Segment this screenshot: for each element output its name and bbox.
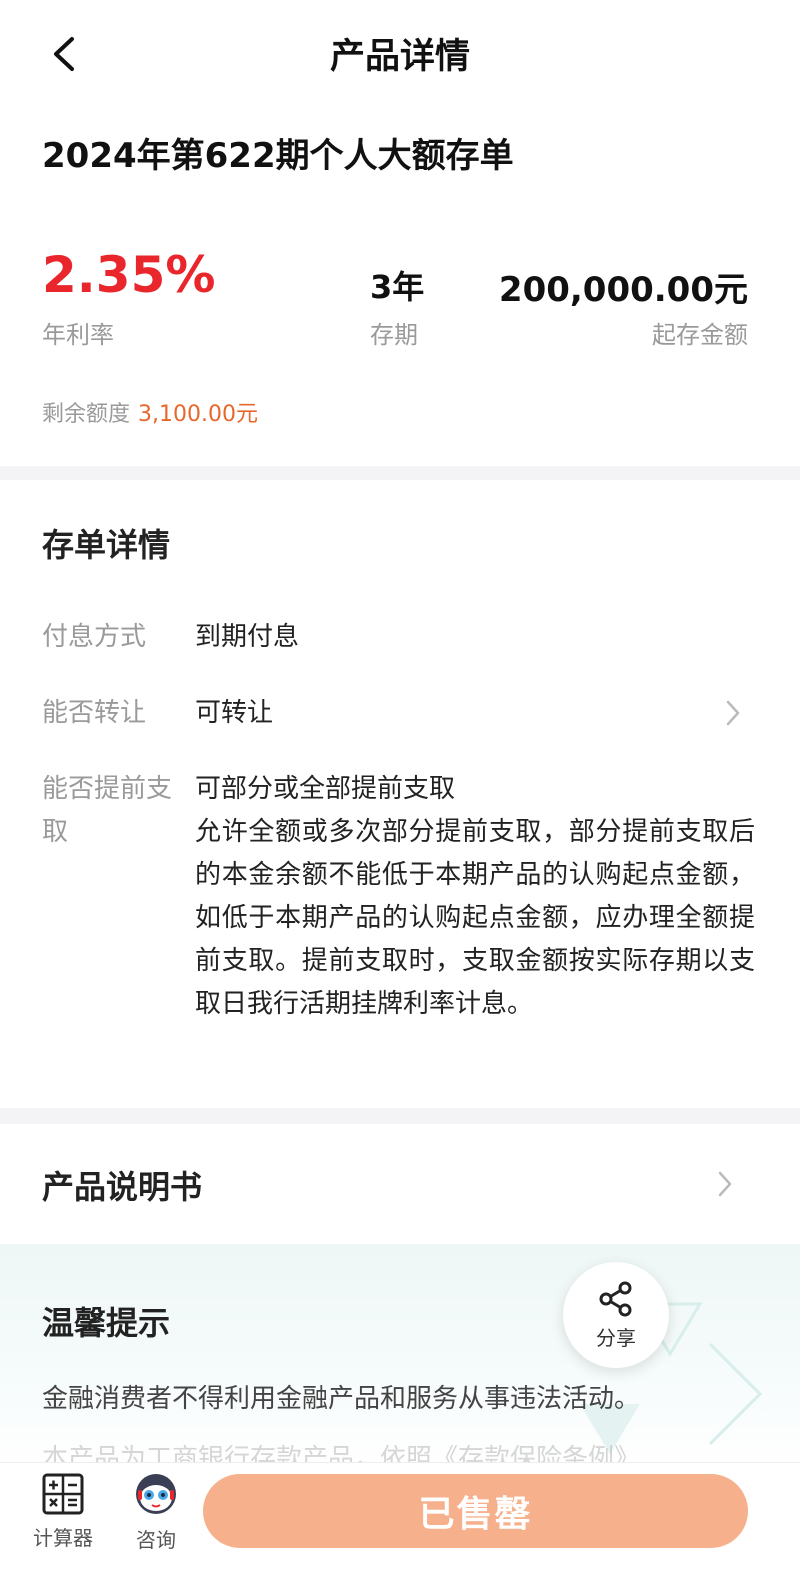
- share-icon: [599, 1281, 632, 1316]
- rate-label: 年利率: [42, 321, 114, 349]
- withdraw-description: 允许全额或多次部分提前支取，部分提前支取后的本金余额不能低于本期产品的认购起点金…: [195, 817, 755, 1019]
- remaining-value: 3,100.00元: [138, 402, 258, 427]
- withdraw-summary: 可部分或全部提前支取: [195, 774, 456, 804]
- consult-button[interactable]: 咨询: [116, 1472, 196, 1553]
- remaining-quota: 剩余额度 3,100.00元: [42, 396, 258, 428]
- manual-title: 产品说明书: [42, 1168, 203, 1206]
- detail-value-interest: 到期付息: [195, 622, 300, 652]
- min-amount-value: 200,000.00元: [498, 270, 748, 310]
- calculator-label: 计算器: [33, 1526, 93, 1550]
- transfer-chevron-icon[interactable]: [718, 698, 748, 728]
- calculator-button[interactable]: 计算器: [23, 1472, 103, 1551]
- chevron-right-icon: [710, 1169, 740, 1199]
- product-manual-row[interactable]: 产品说明书: [0, 1124, 800, 1244]
- share-button[interactable]: 分享: [563, 1262, 669, 1368]
- share-label: 分享: [596, 1325, 636, 1350]
- detail-value-withdraw: 可部分或全部提前支取 允许全额或多次部分提前支取，部分提前支取后的本金余额不能低…: [195, 768, 755, 1026]
- sold-out-button[interactable]: 已售罄: [203, 1474, 748, 1548]
- min-amount-label: 起存金额: [652, 321, 748, 349]
- detail-label-transfer: 能否转让: [42, 698, 147, 728]
- detail-label-withdraw: 能否提前支取: [42, 774, 173, 847]
- tips-title: 温馨提示: [42, 1304, 171, 1342]
- product-name: 2024年第622期个人大额存单: [42, 136, 514, 176]
- tips-background: [0, 1244, 800, 1464]
- section-divider: [0, 1108, 800, 1124]
- details-title: 存单详情: [42, 526, 171, 564]
- rate-value: 2.35%: [42, 246, 216, 304]
- term-label: 存期: [370, 321, 418, 349]
- calculator-icon: [42, 1473, 84, 1515]
- remaining-label: 剩余额度: [42, 402, 131, 427]
- detail-value-transfer[interactable]: 可转让: [195, 692, 755, 735]
- detail-label-interest: 付息方式: [42, 622, 147, 652]
- tips-line-1: 金融消费者不得利用金融产品和服务从事违法活动。: [42, 1384, 641, 1414]
- consult-label: 咨询: [136, 1528, 176, 1552]
- term-value: 3年: [370, 268, 425, 306]
- page-title: 产品详情: [329, 37, 470, 77]
- section-divider: [0, 466, 800, 480]
- assistant-avatar-icon: [136, 1474, 176, 1514]
